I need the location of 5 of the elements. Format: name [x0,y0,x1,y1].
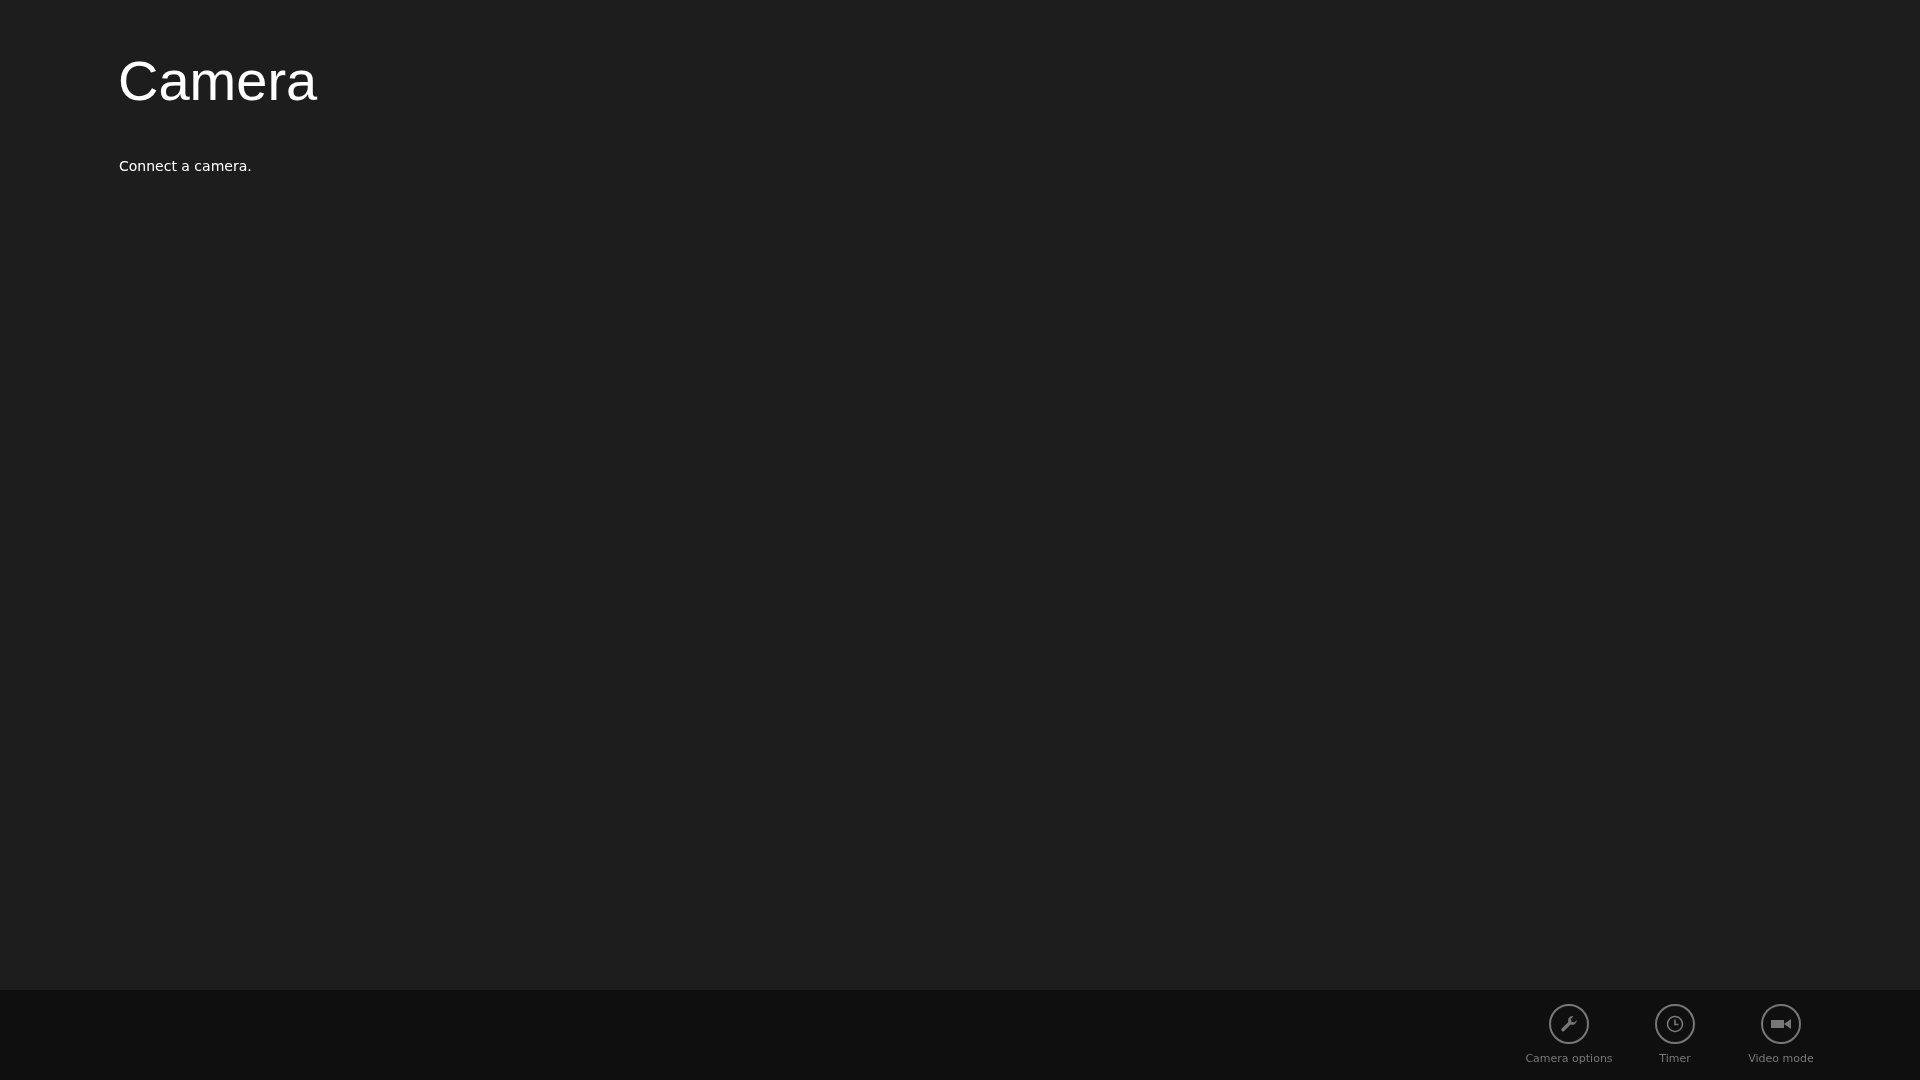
page-title: Camera [118,48,319,114]
clock-icon [1665,1014,1685,1034]
video-camera-icon [1770,1017,1792,1031]
wrench-icon [1559,1014,1579,1034]
status-message: Connect a camera. [119,158,253,174]
